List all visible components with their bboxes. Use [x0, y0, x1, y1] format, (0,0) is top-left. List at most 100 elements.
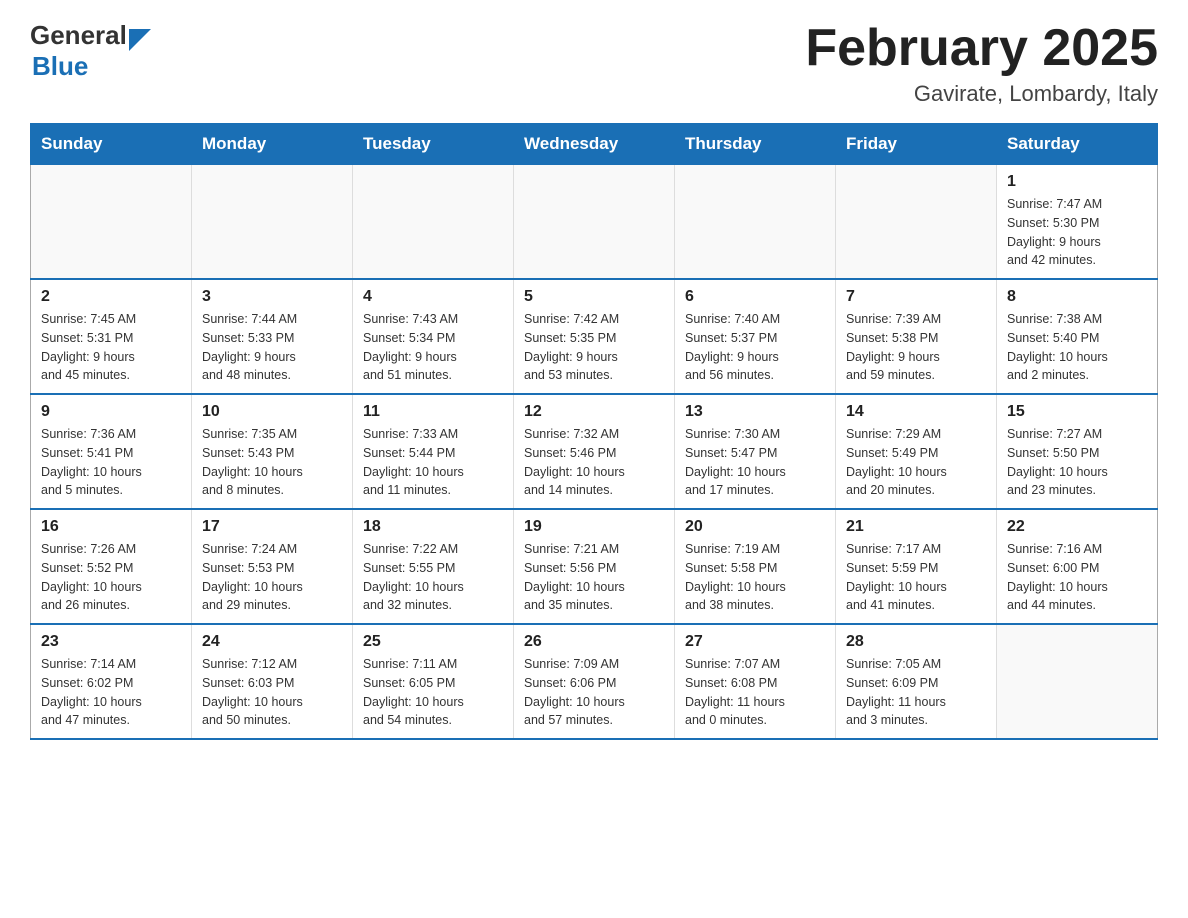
- calendar-cell: 11 Sunrise: 7:33 AM Sunset: 5:44 PM Dayli…: [353, 394, 514, 509]
- calendar-cell: 2 Sunrise: 7:45 AM Sunset: 5:31 PM Daylig…: [31, 279, 192, 394]
- day-info: Sunrise: 7:12 AM Sunset: 6:03 PM Dayligh…: [202, 655, 342, 730]
- calendar-table: SundayMondayTuesdayWednesdayThursdayFrid…: [30, 123, 1158, 740]
- calendar-cell: [836, 165, 997, 280]
- calendar-cell: 14Sunrise: 7:29 AM Sunset: 5:49 PM Dayli…: [836, 394, 997, 509]
- day-info: Sunrise: 7:27 AM Sunset: 5:50 PM Dayligh…: [1007, 425, 1147, 500]
- day-number: 21: [846, 518, 986, 536]
- calendar-cell: 19Sunrise: 7:21 AM Sunset: 5:56 PM Dayli…: [514, 509, 675, 624]
- day-number: 27: [685, 633, 825, 651]
- day-number: 7: [846, 288, 986, 306]
- day-number: 13: [685, 403, 825, 421]
- day-number: 6: [685, 288, 825, 306]
- day-number: 25: [363, 633, 503, 651]
- calendar-cell: 1 Sunrise: 7:47 AM Sunset: 5:30 PM Daylig…: [997, 165, 1158, 280]
- day-info: Sunrise: 7:21 AM Sunset: 5:56 PM Dayligh…: [524, 540, 664, 615]
- calendar-cell: 17 Sunrise: 7:24 AM Sunset: 5:53 PM Dayli…: [192, 509, 353, 624]
- day-info: Sunrise: 7:07 AM Sunset: 6:08 PM Dayligh…: [685, 655, 825, 730]
- day-number: 28: [846, 633, 986, 651]
- weekday-header-row: SundayMondayTuesdayWednesdayThursdayFrid…: [31, 124, 1158, 165]
- calendar-cell: 21Sunrise: 7:17 AM Sunset: 5:59 PM Dayli…: [836, 509, 997, 624]
- day-info: Sunrise: 7:09 AM Sunset: 6:06 PM Dayligh…: [524, 655, 664, 730]
- calendar-cell: [31, 165, 192, 280]
- calendar-week-row: 16Sunrise: 7:26 AM Sunset: 5:52 PM Dayli…: [31, 509, 1158, 624]
- day-number: 1: [1007, 173, 1147, 191]
- weekday-header-saturday: Saturday: [997, 124, 1158, 165]
- day-info: Sunrise: 7:38 AM Sunset: 5:40 PM Dayligh…: [1007, 310, 1147, 385]
- day-number: 16: [41, 518, 181, 536]
- day-info: Sunrise: 7:47 AM Sunset: 5:30 PM Dayligh…: [1007, 195, 1147, 270]
- calendar-cell: 10 Sunrise: 7:35 AM Sunset: 5:43 PM Dayli…: [192, 394, 353, 509]
- calendar-cell: [192, 165, 353, 280]
- calendar-cell: [997, 624, 1158, 739]
- day-info: Sunrise: 7:24 AM Sunset: 5:53 PM Dayligh…: [202, 540, 342, 615]
- day-info: Sunrise: 7:05 AM Sunset: 6:09 PM Dayligh…: [846, 655, 986, 730]
- day-number: 8: [1007, 288, 1147, 306]
- day-info: Sunrise: 7:16 AM Sunset: 6:00 PM Dayligh…: [1007, 540, 1147, 615]
- day-number: 4: [363, 288, 503, 306]
- calendar-cell: 7 Sunrise: 7:39 AM Sunset: 5:38 PM Daylig…: [836, 279, 997, 394]
- day-number: 20: [685, 518, 825, 536]
- day-info: Sunrise: 7:39 AM Sunset: 5:38 PM Dayligh…: [846, 310, 986, 385]
- day-number: 18: [363, 518, 503, 536]
- day-info: Sunrise: 7:42 AM Sunset: 5:35 PM Dayligh…: [524, 310, 664, 385]
- day-number: 10: [202, 403, 342, 421]
- weekday-header-wednesday: Wednesday: [514, 124, 675, 165]
- logo-triangle-icon: [129, 29, 151, 51]
- calendar-week-row: 2 Sunrise: 7:45 AM Sunset: 5:31 PM Daylig…: [31, 279, 1158, 394]
- month-title: February 2025: [805, 20, 1158, 77]
- logo-blue-text: Blue: [32, 51, 88, 81]
- calendar-cell: 9Sunrise: 7:36 AM Sunset: 5:41 PM Daylig…: [31, 394, 192, 509]
- calendar-cell: [353, 165, 514, 280]
- day-number: 2: [41, 288, 181, 306]
- day-number: 15: [1007, 403, 1147, 421]
- day-number: 9: [41, 403, 181, 421]
- day-info: Sunrise: 7:44 AM Sunset: 5:33 PM Dayligh…: [202, 310, 342, 385]
- day-number: 3: [202, 288, 342, 306]
- location-text: Gavirate, Lombardy, Italy: [805, 81, 1158, 107]
- day-info: Sunrise: 7:22 AM Sunset: 5:55 PM Dayligh…: [363, 540, 503, 615]
- calendar-cell: 6 Sunrise: 7:40 AM Sunset: 5:37 PM Daylig…: [675, 279, 836, 394]
- day-info: Sunrise: 7:29 AM Sunset: 5:49 PM Dayligh…: [846, 425, 986, 500]
- calendar-cell: 13 Sunrise: 7:30 AM Sunset: 5:47 PM Dayli…: [675, 394, 836, 509]
- day-info: Sunrise: 7:40 AM Sunset: 5:37 PM Dayligh…: [685, 310, 825, 385]
- calendar-cell: 12 Sunrise: 7:32 AM Sunset: 5:46 PM Dayli…: [514, 394, 675, 509]
- calendar-cell: 26 Sunrise: 7:09 AM Sunset: 6:06 PM Dayli…: [514, 624, 675, 739]
- weekday-header-sunday: Sunday: [31, 124, 192, 165]
- day-info: Sunrise: 7:45 AM Sunset: 5:31 PM Dayligh…: [41, 310, 181, 385]
- day-number: 11: [363, 403, 503, 421]
- calendar-cell: [675, 165, 836, 280]
- day-info: Sunrise: 7:14 AM Sunset: 6:02 PM Dayligh…: [41, 655, 181, 730]
- day-number: 17: [202, 518, 342, 536]
- calendar-cell: 3 Sunrise: 7:44 AM Sunset: 5:33 PM Daylig…: [192, 279, 353, 394]
- day-info: Sunrise: 7:11 AM Sunset: 6:05 PM Dayligh…: [363, 655, 503, 730]
- calendar-cell: 23 Sunrise: 7:14 AM Sunset: 6:02 PM Dayli…: [31, 624, 192, 739]
- day-info: Sunrise: 7:35 AM Sunset: 5:43 PM Dayligh…: [202, 425, 342, 500]
- calendar-cell: 25 Sunrise: 7:11 AM Sunset: 6:05 PM Dayli…: [353, 624, 514, 739]
- weekday-header-friday: Friday: [836, 124, 997, 165]
- calendar-cell: 20 Sunrise: 7:19 AM Sunset: 5:58 PM Dayli…: [675, 509, 836, 624]
- day-info: Sunrise: 7:32 AM Sunset: 5:46 PM Dayligh…: [524, 425, 664, 500]
- calendar-cell: 4 Sunrise: 7:43 AM Sunset: 5:34 PM Daylig…: [353, 279, 514, 394]
- day-number: 23: [41, 633, 181, 651]
- day-info: Sunrise: 7:43 AM Sunset: 5:34 PM Dayligh…: [363, 310, 503, 385]
- weekday-header-thursday: Thursday: [675, 124, 836, 165]
- day-number: 24: [202, 633, 342, 651]
- weekday-header-monday: Monday: [192, 124, 353, 165]
- day-number: 26: [524, 633, 664, 651]
- day-number: 5: [524, 288, 664, 306]
- day-info: Sunrise: 7:19 AM Sunset: 5:58 PM Dayligh…: [685, 540, 825, 615]
- title-area: February 2025 Gavirate, Lombardy, Italy: [805, 20, 1158, 107]
- day-number: 22: [1007, 518, 1147, 536]
- calendar-cell: 8 Sunrise: 7:38 AM Sunset: 5:40 PM Daylig…: [997, 279, 1158, 394]
- calendar-week-row: 23 Sunrise: 7:14 AM Sunset: 6:02 PM Dayli…: [31, 624, 1158, 739]
- calendar-cell: 16Sunrise: 7:26 AM Sunset: 5:52 PM Dayli…: [31, 509, 192, 624]
- day-number: 12: [524, 403, 664, 421]
- day-info: Sunrise: 7:30 AM Sunset: 5:47 PM Dayligh…: [685, 425, 825, 500]
- day-info: Sunrise: 7:33 AM Sunset: 5:44 PM Dayligh…: [363, 425, 503, 500]
- calendar-cell: 24 Sunrise: 7:12 AM Sunset: 6:03 PM Dayli…: [192, 624, 353, 739]
- calendar-cell: 28 Sunrise: 7:05 AM Sunset: 6:09 PM Dayli…: [836, 624, 997, 739]
- calendar-cell: 5 Sunrise: 7:42 AM Sunset: 5:35 PM Daylig…: [514, 279, 675, 394]
- weekday-header-tuesday: Tuesday: [353, 124, 514, 165]
- calendar-cell: [514, 165, 675, 280]
- logo-general-text: General: [30, 20, 127, 51]
